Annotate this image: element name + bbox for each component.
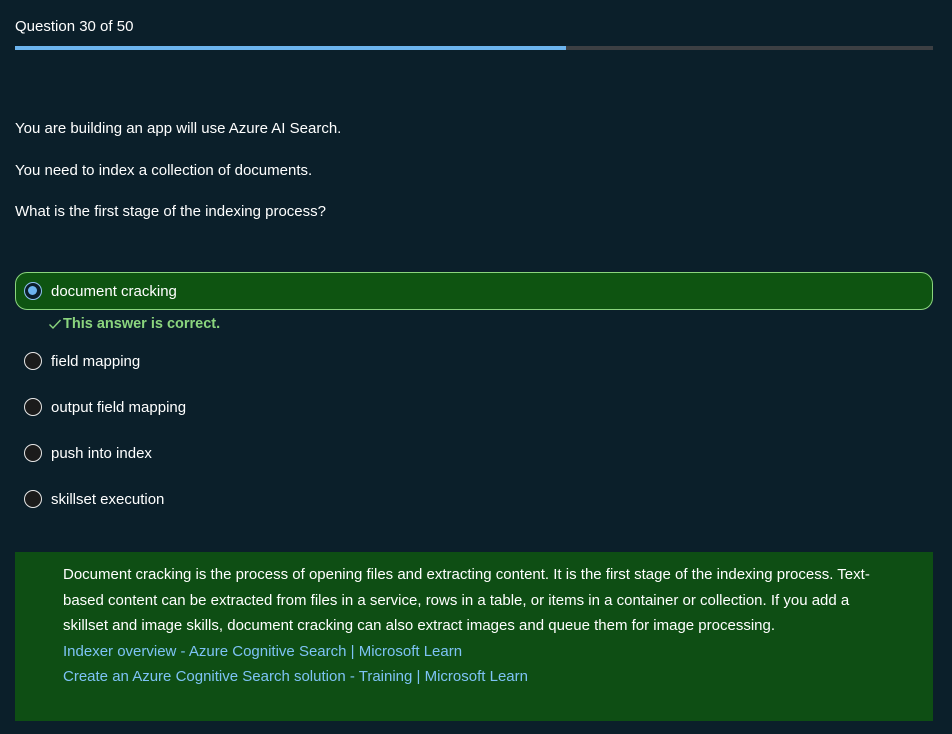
feedback-text: This answer is correct. bbox=[63, 316, 221, 332]
radio-icon[interactable] bbox=[24, 490, 42, 508]
answer-option-field-mapping[interactable]: field mapping bbox=[15, 338, 933, 384]
radio-selected-icon[interactable] bbox=[24, 282, 42, 300]
question-line: What is the first stage of the indexing … bbox=[15, 203, 326, 220]
answer-option-push-into-index[interactable]: push into index bbox=[15, 430, 933, 476]
answer-option-label: document cracking bbox=[51, 282, 177, 300]
progress-fill bbox=[15, 46, 566, 50]
question-line: You need to index a collection of docume… bbox=[15, 161, 313, 179]
answer-option-skillset-execution[interactable]: skillset execution bbox=[15, 476, 933, 522]
answer-option-output-field-mapping[interactable]: output field mapping bbox=[15, 384, 933, 430]
answer-option-label: output field mapping bbox=[51, 398, 187, 416]
quiz-page: Question 30 of 50 You are building an ap… bbox=[0, 0, 952, 734]
link-create-search-solution[interactable]: Create an Azure Cognitive Search solutio… bbox=[63, 664, 893, 690]
explanation-panel: Document cracking is the process of open… bbox=[15, 552, 933, 721]
answer-options: document cracking This answer is correct… bbox=[15, 272, 933, 522]
explanation-text: Document cracking is the process of open… bbox=[63, 566, 870, 634]
answer-option-label: push into index bbox=[51, 444, 152, 462]
radio-icon[interactable] bbox=[24, 444, 42, 462]
answer-option-label: field mapping bbox=[51, 352, 141, 370]
answer-option-document-cracking[interactable]: document cracking bbox=[15, 272, 933, 310]
radio-icon[interactable] bbox=[24, 352, 42, 370]
question-text: You are building an app will use Azure A… bbox=[15, 119, 915, 244]
progress-bar bbox=[15, 46, 933, 50]
question-line: You are building an app will use Azure A… bbox=[15, 120, 342, 137]
answer-option-label: skillset execution bbox=[51, 490, 165, 508]
check-icon bbox=[49, 319, 62, 330]
radio-icon[interactable] bbox=[24, 398, 42, 416]
progress-label: Question 30 of 50 bbox=[15, 18, 134, 35]
link-indexer-overview[interactable]: Indexer overview - Azure Cognitive Searc… bbox=[63, 639, 893, 665]
answer-feedback: This answer is correct. bbox=[15, 310, 933, 338]
